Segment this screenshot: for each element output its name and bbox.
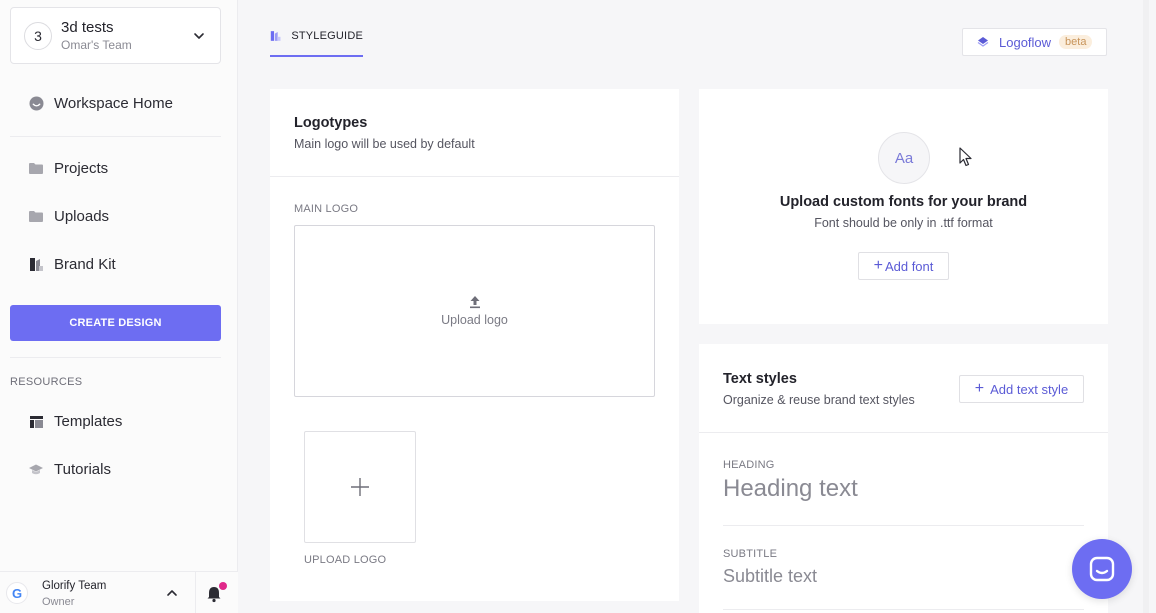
mouse-cursor-icon <box>959 147 972 167</box>
plus-icon: + <box>873 257 883 274</box>
styleguide-icon <box>270 31 281 41</box>
folder-icon <box>28 209 44 225</box>
sidebar-item-workspace-home[interactable]: Workspace Home <box>28 95 173 112</box>
text-style-sample-heading[interactable]: Heading text <box>723 475 858 503</box>
plus-icon <box>351 478 369 496</box>
main-logo-upload-zone[interactable]: Upload logo <box>294 225 655 397</box>
add-logo-tile[interactable] <box>304 431 416 543</box>
template-icon <box>28 414 44 430</box>
chevron-up-icon <box>167 590 177 596</box>
account-role: Owner <box>42 596 75 608</box>
text-styles-card: Text styles Organize & reuse brand text … <box>699 344 1108 613</box>
text-style-divider <box>723 525 1084 526</box>
upload-arrow-icon <box>469 296 480 309</box>
sidebar-item-label: Workspace Home <box>54 95 173 112</box>
beta-badge: beta <box>1059 35 1093 49</box>
sidebar-item-tutorials[interactable]: Tutorials <box>28 461 111 478</box>
sidebar-item-uploads[interactable]: Uploads <box>28 208 109 225</box>
sidebar-divider <box>10 136 221 137</box>
brand-kit-icon <box>28 257 44 273</box>
plus-icon: + <box>974 380 985 397</box>
footer-divider <box>195 572 196 613</box>
text-styles-subtitle: Organize & reuse brand text styles <box>723 393 915 407</box>
create-design-button[interactable]: CREATE DESIGN <box>10 305 221 341</box>
sidebar: 3 3d tests Omar's Team Workspace Home Pr… <box>0 0 238 613</box>
team-subtitle: Omar's Team <box>61 37 132 52</box>
sidebar-item-label: Projects <box>54 160 109 177</box>
sidebar-item-templates[interactable]: Templates <box>28 413 122 430</box>
team-text: 3d tests Omar's Team <box>61 19 132 53</box>
sidebar-footer: G Glorify Team Owner <box>0 571 238 613</box>
app-root: 3 3d tests Omar's Team Workspace Home Pr… <box>0 0 1156 613</box>
team-switcher[interactable]: 3 3d tests Omar's Team <box>10 7 221 64</box>
tab-styleguide[interactable]: STYLEGUIDE <box>270 28 363 57</box>
account-menu[interactable]: G Glorify Team Owner <box>0 572 194 613</box>
sidebar-item-label: Templates <box>54 413 123 430</box>
logoflow-label: Logoflow <box>999 34 1052 50</box>
logotypes-title: Logotypes <box>294 115 368 131</box>
add-font-label: Add font <box>884 258 934 274</box>
text-style-label: SUBTITLE <box>723 548 778 560</box>
upload-logo-label: Upload logo <box>441 313 508 327</box>
google-logo-icon: G <box>6 582 28 604</box>
sidebar-item-label: Tutorials <box>54 461 111 478</box>
sidebar-divider <box>10 357 221 358</box>
logotypes-subtitle: Main logo will be used by default <box>294 137 475 151</box>
chat-icon <box>1089 556 1115 582</box>
logoflow-button[interactable]: Logoflow beta <box>962 28 1107 56</box>
fonts-card: Aa Upload custom fonts for your brand Fo… <box>699 89 1108 324</box>
sidebar-item-brand-kit[interactable]: Brand Kit <box>28 256 116 273</box>
team-name: 3d tests <box>61 18 114 36</box>
text-styles-title: Text styles <box>723 371 797 387</box>
notification-dot <box>219 582 227 590</box>
fonts-subtitle: Font should be only in .ttf format <box>814 216 993 230</box>
font-icon-glyph: Aa <box>894 149 914 167</box>
add-font-button[interactable]: + Add font <box>858 252 949 280</box>
folder-icon <box>28 161 44 177</box>
text-style-label: HEADING <box>723 459 775 471</box>
sidebar-item-label: Uploads <box>54 208 110 225</box>
page-scrollbar[interactable] <box>1143 0 1149 613</box>
diamond-icon <box>977 37 989 47</box>
fonts-title: Upload custom fonts for your brand <box>779 194 1028 210</box>
text-style-sample-subtitle[interactable]: Subtitle text <box>723 566 817 587</box>
tab-label: STYLEGUIDE <box>291 30 363 42</box>
team-avatar: 3 <box>24 21 52 50</box>
add-text-style-label: Add text style <box>990 381 1069 397</box>
card-divider <box>699 432 1108 433</box>
sidebar-item-projects[interactable]: Projects <box>28 160 108 177</box>
smile-icon <box>28 96 44 112</box>
card-divider <box>270 176 679 177</box>
text-style-divider <box>723 609 1084 610</box>
resources-heading: RESOURCES <box>10 376 83 388</box>
graduation-cap-icon <box>28 462 44 478</box>
account-name: Glorify Team <box>42 580 107 592</box>
logotypes-card: Logotypes Main logo will be used by defa… <box>270 89 679 601</box>
main-logo-label: MAIN LOGO <box>294 203 359 215</box>
add-logo-tile-label: UPLOAD LOGO <box>304 554 387 566</box>
sidebar-item-label: Brand Kit <box>54 256 116 273</box>
chat-launcher-button[interactable] <box>1072 539 1132 599</box>
add-text-style-button[interactable]: + Add text style <box>959 375 1084 403</box>
chevron-down-icon <box>194 33 204 39</box>
font-icon: Aa <box>878 132 930 184</box>
